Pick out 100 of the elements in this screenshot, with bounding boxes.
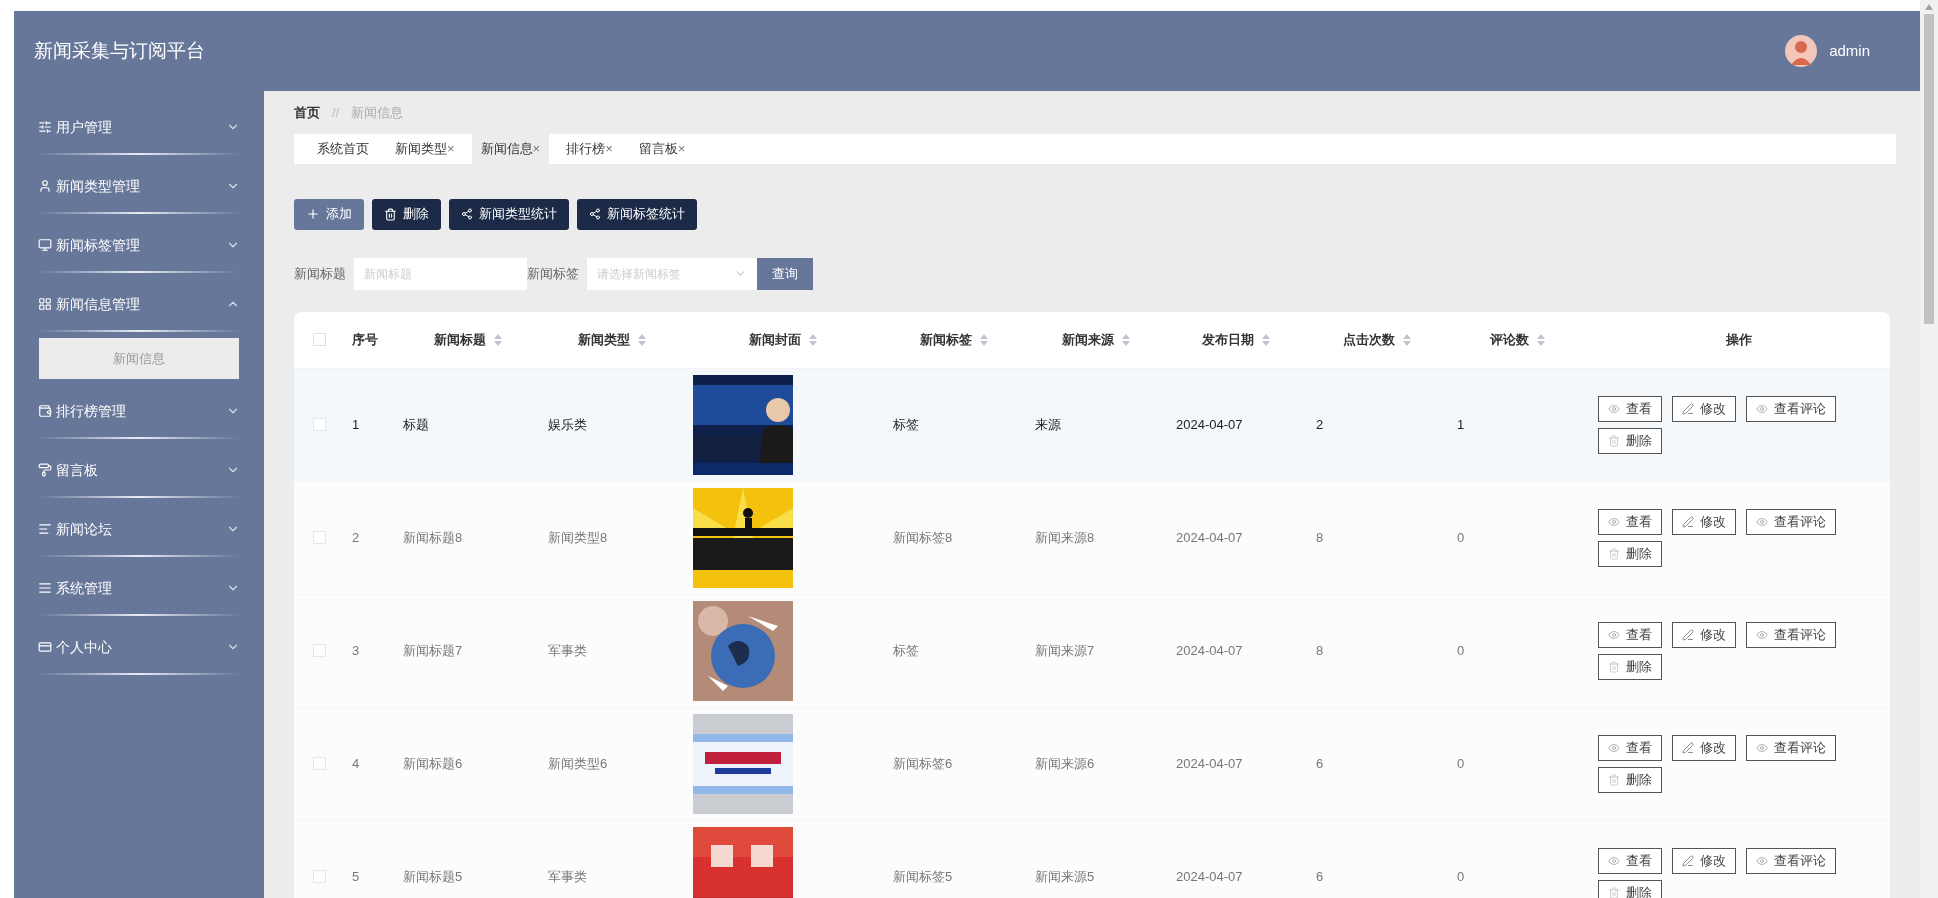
avatar-icon[interactable]: [1785, 35, 1818, 67]
page-tab[interactable]: 新闻信息×: [471, 133, 550, 164]
view-button[interactable]: 查看评论: [1746, 621, 1836, 648]
pen-icon: [1682, 515, 1694, 528]
sidebar-item[interactable]: 留言板: [14, 444, 264, 496]
eye-icon: [1608, 515, 1620, 528]
table-cell: 来源: [1035, 416, 1061, 432]
sort-icon[interactable]: [1537, 333, 1545, 346]
edit-button[interactable]: 修改: [1672, 508, 1736, 535]
sidebar-item[interactable]: 新闻信息管理: [14, 278, 264, 330]
share-icon: [461, 208, 473, 220]
scrollbar-thumb[interactable]: [1924, 14, 1934, 324]
view-button[interactable]: 查看: [1598, 847, 1662, 874]
page-tab[interactable]: 留言板×: [629, 133, 695, 164]
sidebar-item[interactable]: 用户管理: [14, 101, 264, 153]
column-header[interactable]: 点击次数: [1342, 329, 1411, 350]
column-header[interactable]: 新闻来源: [1061, 329, 1130, 350]
table-cell: 2: [1316, 416, 1324, 432]
column-header[interactable]: 评论数: [1490, 329, 1545, 350]
sidebar-item[interactable]: 排行榜管理: [14, 385, 264, 437]
checkbox[interactable]: [312, 870, 326, 883]
menu-item-icon: [38, 581, 52, 595]
delete-button[interactable]: 删除: [372, 198, 441, 230]
table-cell: 标签: [893, 642, 919, 658]
view-button[interactable]: 查看评论: [1746, 734, 1836, 761]
checkbox[interactable]: [312, 418, 326, 431]
table-cell: 标签: [893, 416, 919, 432]
column-header[interactable]: 新闻封面: [749, 329, 817, 350]
view-button[interactable]: 查看: [1598, 621, 1662, 648]
view-button[interactable]: 查看评论: [1746, 847, 1836, 874]
page-tab[interactable]: 新闻类型×: [386, 133, 464, 164]
scroll-up-icon[interactable]: [1925, 4, 1933, 10]
delete-button[interactable]: 删除: [1598, 427, 1662, 454]
sort-icon[interactable]: [1402, 333, 1411, 346]
breadcrumb-item[interactable]: 首页: [294, 103, 320, 123]
sort-icon[interactable]: [1121, 333, 1130, 346]
checkbox[interactable]: [312, 644, 326, 657]
edit-button[interactable]: 修改: [1672, 734, 1736, 761]
sort-icon[interactable]: [809, 333, 817, 346]
username[interactable]: admin: [1829, 39, 1870, 63]
checkbox[interactable]: [312, 757, 326, 770]
table-cell: 军事类: [548, 868, 587, 884]
table-cell: 新闻标题7: [403, 642, 463, 658]
stats-button[interactable]: 新闻标签统计: [577, 198, 697, 230]
table-cell: 娱乐类: [548, 416, 587, 432]
column-header[interactable]: 新闻标签: [920, 329, 988, 350]
column-header[interactable]: 新闻类型: [577, 329, 646, 350]
checkbox[interactable]: [312, 333, 326, 346]
table-cell: 0: [1457, 642, 1465, 658]
edit-button[interactable]: 修改: [1672, 395, 1736, 422]
sort-icon[interactable]: [1262, 333, 1270, 346]
sidebar-item[interactable]: 个人中心: [14, 621, 264, 673]
add-button[interactable]: 添加: [294, 198, 364, 230]
eye-icon: [1756, 628, 1768, 641]
menu-item-icon: [38, 297, 52, 311]
view-button[interactable]: 查看评论: [1746, 508, 1836, 535]
table-cell: 新闻来源7: [1035, 642, 1095, 658]
delete-button[interactable]: 删除: [1598, 653, 1662, 680]
table-cell: 1: [352, 416, 360, 432]
eye-icon: [1608, 628, 1620, 641]
sidebar-item[interactable]: 系统管理: [14, 562, 264, 614]
scrollbar[interactable]: [1920, 0, 1938, 898]
sort-icon[interactable]: [980, 333, 988, 346]
sidebar-item[interactable]: 新闻标签管理: [14, 219, 264, 271]
eye-icon: [1756, 402, 1768, 415]
field-label: 新闻标签: [527, 264, 579, 283]
table-cell: 新闻标题6: [403, 755, 463, 771]
column-header[interactable]: 新闻标题: [433, 329, 502, 350]
delete-button[interactable]: 删除: [1598, 766, 1662, 793]
page-tab[interactable]: 排行榜×: [557, 133, 622, 164]
checkbox[interactable]: [312, 531, 326, 544]
sidebar-item[interactable]: 新闻类型管理: [14, 160, 264, 212]
column-header[interactable]: 发布日期: [1202, 329, 1270, 350]
view-button[interactable]: 查看: [1598, 734, 1662, 761]
eye-icon: [1756, 515, 1768, 528]
query-button[interactable]: 查询: [757, 257, 813, 290]
sidebar-item[interactable]: 新闻论坛: [14, 503, 264, 555]
view-button[interactable]: 查看: [1598, 508, 1662, 535]
table-cell: 2024-04-07: [1176, 416, 1243, 432]
trash-icon: [1608, 660, 1620, 673]
page-tab[interactable]: 系统首页: [308, 133, 378, 164]
pen-icon: [1682, 741, 1694, 754]
edit-button[interactable]: 修改: [1672, 621, 1736, 648]
delete-button[interactable]: 删除: [1598, 540, 1662, 567]
stats-button[interactable]: 新闻类型统计: [449, 198, 569, 230]
eye-icon: [1756, 741, 1768, 754]
table-cell: 0: [1457, 868, 1465, 884]
view-button[interactable]: 查看评论: [1746, 395, 1836, 422]
sort-icon[interactable]: [493, 333, 502, 346]
table-cell: 新闻来源5: [1035, 868, 1095, 884]
table-cell: 4: [352, 755, 360, 771]
eye-icon: [1608, 854, 1620, 867]
table-cell: 3: [352, 642, 360, 658]
table-cell: 新闻类型8: [548, 529, 608, 545]
table-cell: 新闻来源8: [1035, 529, 1095, 545]
delete-button[interactable]: 删除: [1598, 879, 1662, 898]
edit-button[interactable]: 修改: [1672, 847, 1736, 874]
sort-icon[interactable]: [637, 333, 646, 346]
table-cell: 2024-04-07: [1176, 868, 1243, 884]
view-button[interactable]: 查看: [1598, 395, 1662, 422]
